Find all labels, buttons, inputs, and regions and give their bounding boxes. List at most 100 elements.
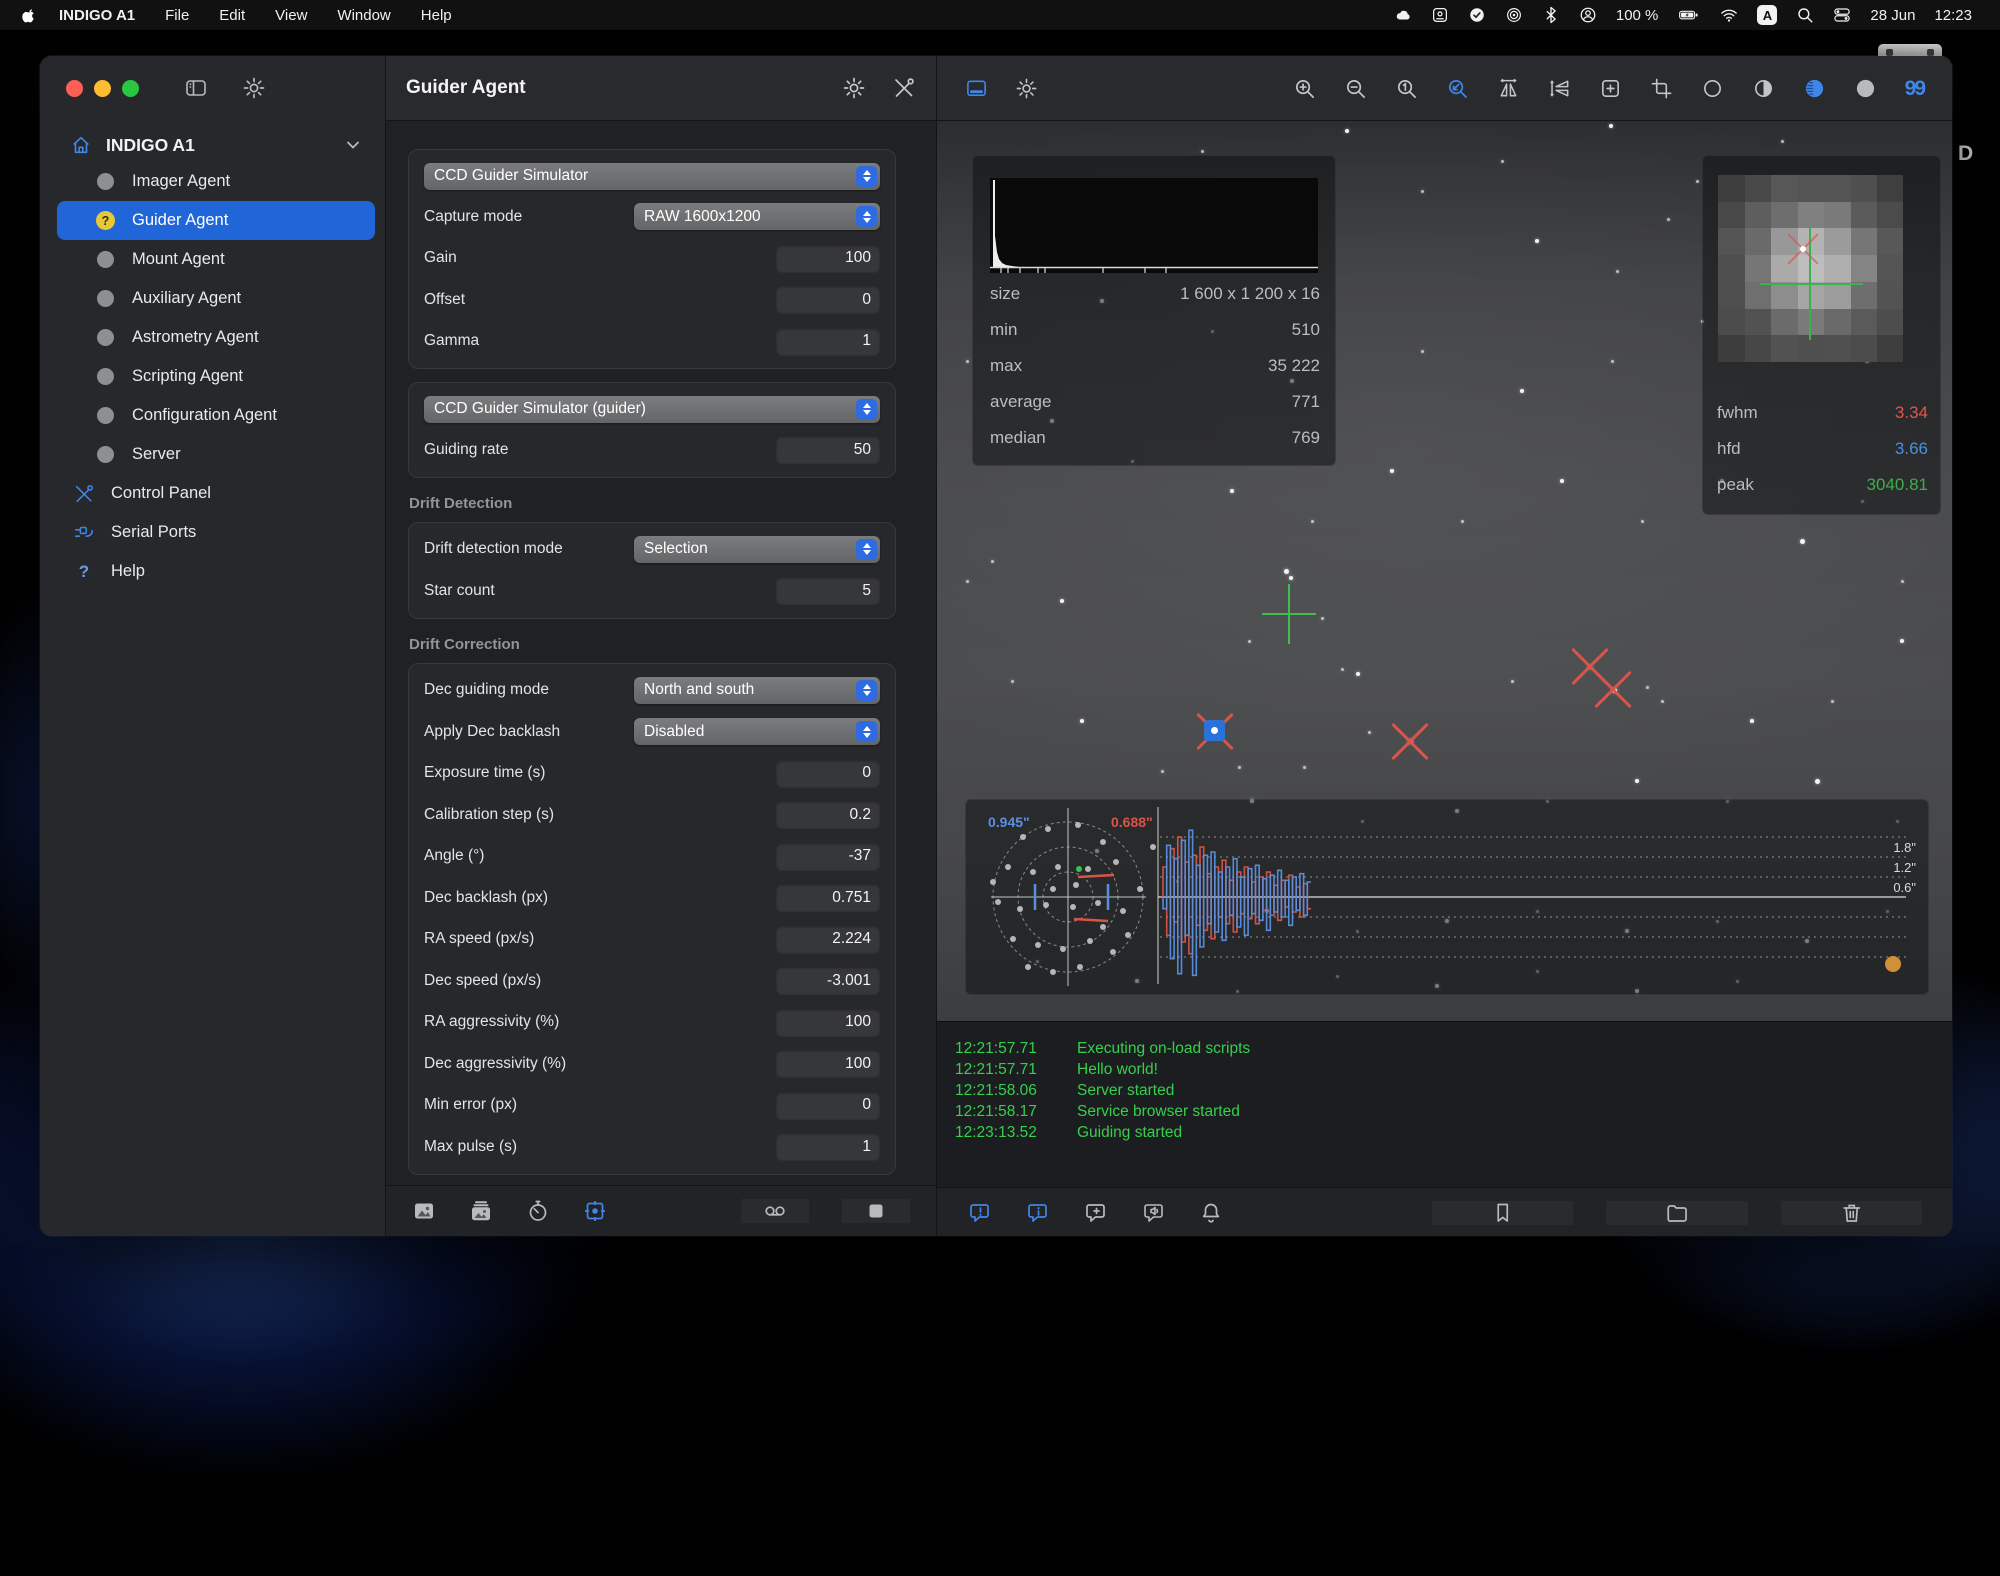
add-selection-icon[interactable] <box>1599 77 1622 100</box>
capture-mode-select[interactable]: RAW 1600x1200 <box>634 203 880 230</box>
offset-input[interactable]: 0 <box>776 286 880 313</box>
quotes-icon[interactable]: 99 <box>1905 78 1924 99</box>
dec-aggressivity-input[interactable]: 100 <box>776 1050 880 1077</box>
sidebar-item-imager-agent[interactable]: Imager Agent <box>57 162 375 201</box>
sidebar-item-guider-agent[interactable]: ?Guider Agent <box>57 201 375 240</box>
menu-view[interactable]: View <box>260 7 322 24</box>
stepper-icon[interactable] <box>856 721 877 742</box>
zoom-button[interactable] <box>122 80 139 97</box>
crop-icon[interactable] <box>1650 77 1673 100</box>
star <box>1696 180 1699 183</box>
account-icon[interactable] <box>1579 6 1597 24</box>
angle-input[interactable]: -37 <box>776 843 880 870</box>
dec-backlash-input[interactable]: 0.751 <box>776 884 880 911</box>
stepper-icon[interactable] <box>856 539 877 560</box>
min-error-input[interactable]: 0 <box>776 1092 880 1119</box>
bookmark-icon[interactable] <box>1432 1201 1574 1225</box>
sidebar-item-control-panel[interactable]: Control Panel <box>40 474 385 513</box>
capture-stream-icon[interactable] <box>469 1199 493 1223</box>
guiding-rate-input[interactable]: 50 <box>776 436 880 463</box>
toggle-sidebar-icon[interactable] <box>184 76 208 100</box>
log-info-icon[interactable] <box>1025 1201 1049 1225</box>
gear-icon[interactable] <box>1015 77 1038 100</box>
exposure-timer-icon[interactable] <box>526 1199 550 1223</box>
zoom-1to1-icon[interactable] <box>1395 77 1418 100</box>
close-button[interactable] <box>66 80 83 97</box>
camera-device-select[interactable]: CCD Guider Simulator <box>424 163 880 190</box>
ra-aggressivity-input[interactable]: 100 <box>776 1009 880 1036</box>
menubar-time[interactable]: 12:23 <box>1934 7 1972 24</box>
apple-menu-icon[interactable] <box>14 7 44 24</box>
flip-vertical-icon[interactable] <box>1548 77 1571 100</box>
app-menu[interactable]: INDIGO A1 <box>44 7 150 24</box>
stepper-icon[interactable] <box>856 399 877 420</box>
notifications-bell-icon[interactable] <box>1199 1201 1223 1225</box>
zoom-in-icon[interactable] <box>1293 77 1316 100</box>
folder-icon[interactable] <box>1606 1201 1748 1225</box>
image-view[interactable]: size1 600 x 1 200 x 16 min510 max35 222 … <box>937 121 1952 1021</box>
apply-dec-backlash-select[interactable]: Disabled <box>634 718 880 745</box>
zoom-out-icon[interactable] <box>1344 77 1367 100</box>
control-center-icon[interactable] <box>1833 6 1851 24</box>
gear-icon[interactable] <box>242 76 266 100</box>
star-count-input[interactable]: 5 <box>776 577 880 604</box>
stepper-icon[interactable] <box>856 680 877 701</box>
capture-image-icon[interactable] <box>412 1199 436 1223</box>
sidebar-item-astrometry-agent[interactable]: Astrometry Agent <box>57 318 375 357</box>
stop-icon[interactable] <box>842 1199 910 1223</box>
minimize-button[interactable] <box>94 80 111 97</box>
sidebar-item-scripting-agent[interactable]: Scripting Agent <box>57 357 375 396</box>
wifi-icon[interactable] <box>1720 6 1738 24</box>
stepper-icon[interactable] <box>856 206 877 227</box>
cloud-icon[interactable] <box>1394 6 1412 24</box>
trash-icon[interactable] <box>1781 1201 1923 1225</box>
bluetooth-icon[interactable] <box>1542 6 1560 24</box>
gamma-input[interactable]: 1 <box>776 328 880 355</box>
sidebar-item-serial-ports[interactable]: Serial Ports <box>40 513 385 552</box>
sidebar-item-server[interactable]: Server <box>57 435 375 474</box>
chevron-down-icon[interactable] <box>343 135 363 155</box>
log-panel[interactable]: 12:21:57.71Executing on-load scripts 12:… <box>937 1021 1952 1187</box>
input-source-key[interactable]: A <box>1757 5 1777 25</box>
ra-speed-input[interactable]: 2.224 <box>776 926 880 953</box>
gear-icon[interactable] <box>842 76 866 100</box>
flip-horizontal-icon[interactable] <box>1497 77 1520 100</box>
log-errors-icon[interactable] <box>967 1201 991 1225</box>
drift-detection-mode-select[interactable]: Selection <box>634 536 880 563</box>
menubar-date[interactable]: 28 Jun <box>1870 7 1915 24</box>
zoom-fit-icon[interactable] <box>1446 77 1469 100</box>
stretch-max-icon[interactable] <box>1854 77 1877 100</box>
exposure-time-input[interactable]: 0 <box>776 760 880 787</box>
show-bottom-panel-icon[interactable] <box>965 77 988 100</box>
menu-edit[interactable]: Edit <box>204 7 260 24</box>
dec-speed-input[interactable]: -3.001 <box>776 967 880 994</box>
guide-target-icon[interactable] <box>583 1199 607 1223</box>
sidebar-item-help[interactable]: ?Help <box>40 552 385 591</box>
airdrop-icon[interactable] <box>1505 6 1523 24</box>
log-sound-icon[interactable] <box>1141 1201 1165 1225</box>
stretch-high-icon[interactable] <box>1803 77 1826 100</box>
sidebar-item-auxiliary-agent[interactable]: Auxiliary Agent <box>57 279 375 318</box>
menu-window[interactable]: Window <box>322 7 405 24</box>
gain-input[interactable]: 100 <box>776 245 880 272</box>
settings-scroll-area[interactable]: CCD Guider Simulator Capture modeRAW 160… <box>386 121 936 1185</box>
sidebar-item-configuration-agent[interactable]: Configuration Agent <box>57 396 375 435</box>
sidebar-root-indigo-a1[interactable]: INDIGO A1 <box>40 128 385 162</box>
sidebar-item-mount-agent[interactable]: Mount Agent <box>57 240 375 279</box>
stretch-none-icon[interactable] <box>1701 77 1724 100</box>
check-circle-icon[interactable] <box>1468 6 1486 24</box>
menu-file[interactable]: File <box>150 7 204 24</box>
search-icon[interactable] <box>1796 6 1814 24</box>
tools-icon[interactable] <box>892 76 916 100</box>
screenshot-icon[interactable] <box>1431 6 1449 24</box>
menu-help[interactable]: Help <box>406 7 467 24</box>
battery-icon[interactable] <box>1677 6 1701 24</box>
stepper-icon[interactable] <box>856 166 877 187</box>
recorder-icon[interactable] <box>741 1199 809 1223</box>
max-pulse-input[interactable]: 1 <box>776 1133 880 1160</box>
log-add-icon[interactable] <box>1083 1201 1107 1225</box>
dec-guiding-mode-select[interactable]: North and south <box>634 677 880 704</box>
stretch-moderate-icon[interactable] <box>1752 77 1775 100</box>
guider-device-select[interactable]: CCD Guider Simulator (guider) <box>424 396 880 423</box>
calibration-step-input[interactable]: 0.2 <box>776 801 880 828</box>
